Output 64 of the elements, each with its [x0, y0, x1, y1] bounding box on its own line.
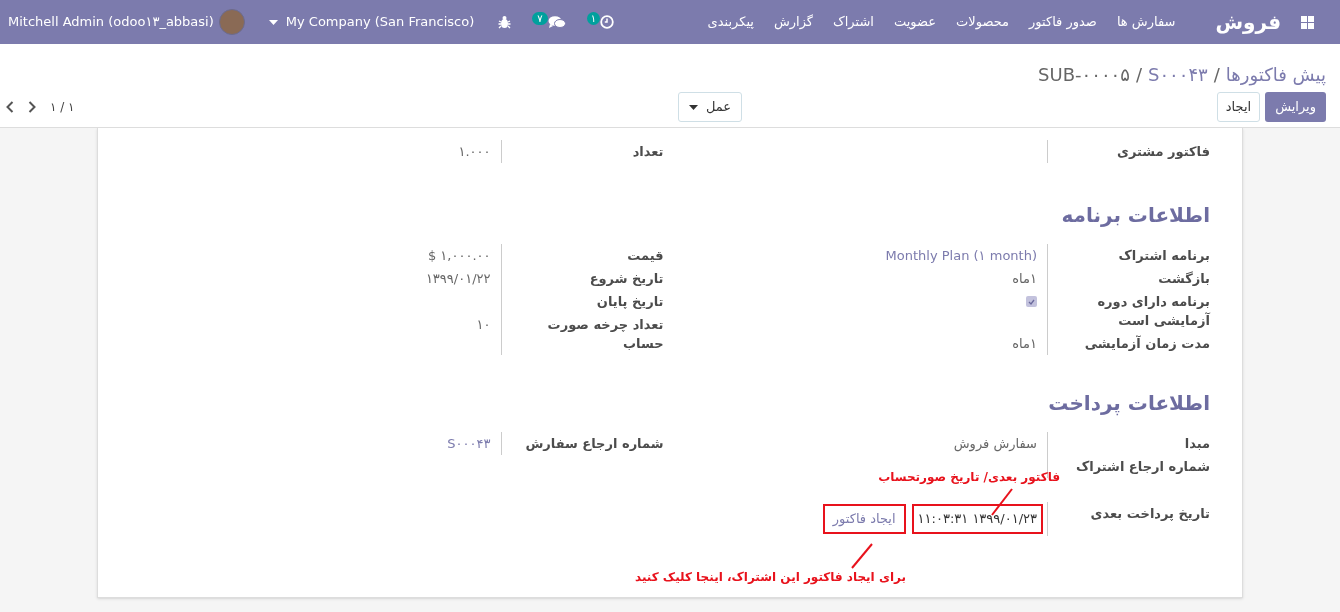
- message-count-badge: ۷: [532, 11, 548, 25]
- field-value: ۱ماه: [1012, 270, 1037, 288]
- avatar: [218, 9, 245, 35]
- user-menu[interactable]: Mitchell Admin (odoo۱۳_abbasi): [8, 9, 245, 35]
- next-icon[interactable]: [28, 101, 36, 113]
- menu-item[interactable]: صدور فاکتور: [1029, 12, 1097, 32]
- field-value: سفارش فروش: [953, 435, 1037, 453]
- clock-icon: [600, 15, 614, 29]
- field-value: ۱۳۹۹/۰۱/۲۲: [425, 270, 491, 288]
- breadcrumb-link[interactable]: پیش فاکتورها: [1225, 61, 1326, 88]
- field-label: قیمت: [626, 247, 664, 265]
- menu-item[interactable]: پیکربندی: [707, 12, 754, 32]
- create-invoice-button[interactable]: ایجاد فاکتور: [822, 504, 906, 534]
- field-label: فاکتور مشتری: [1116, 143, 1210, 161]
- field-label: مبدا: [1183, 435, 1210, 453]
- field-value: ۱ماه: [1012, 335, 1037, 353]
- edit-button[interactable]: ویرایش: [1265, 92, 1326, 122]
- apps-menu-icon[interactable]: [1301, 15, 1314, 29]
- field-value: ۱.۰۰۰: [458, 143, 491, 161]
- leader-line: [990, 488, 1014, 516]
- field-label: برنامه اشتراک: [1117, 247, 1210, 265]
- app-title[interactable]: فروش: [1215, 7, 1281, 37]
- menu-item[interactable]: گزارش: [773, 12, 814, 32]
- company-switcher[interactable]: My Company (San Francisco): [268, 12, 475, 32]
- messages-button[interactable]: ۷: [535, 15, 566, 29]
- menu-item[interactable]: سفارش ها: [1116, 12, 1176, 32]
- breadcrumb-link[interactable]: S۰۰۰۴۳: [1148, 61, 1208, 88]
- breadcrumb-separator: /: [1213, 63, 1220, 87]
- field-value: ۱۳۹۹/۰۱/۲۳ ۱۱:۰۳:۳۱: [911, 504, 1043, 534]
- breadcrumb-separator: /: [1135, 63, 1142, 87]
- activity-button[interactable]: ۱: [589, 15, 614, 29]
- breadcrumb-current: SUB-۰۰۰۰۵: [1038, 63, 1130, 87]
- menu-item[interactable]: محصولات: [956, 12, 1010, 32]
- field-label: مدت زمان آزمایشی: [1083, 334, 1210, 353]
- field-link[interactable]: Monthly Plan (۱ month): [885, 246, 1037, 265]
- debug-button[interactable]: [498, 15, 512, 29]
- field-link[interactable]: S۰۰۰۴۳: [447, 434, 491, 453]
- leader-line: [850, 543, 874, 569]
- create-button[interactable]: ایجاد: [1216, 92, 1261, 122]
- section-title: اطلاعات برنامه: [1060, 202, 1210, 229]
- field-label: بازگشت: [1157, 270, 1210, 288]
- field-label: برنامه دارای دوره آزمایشی است: [1096, 293, 1210, 330]
- caret-icon: [688, 104, 698, 110]
- field-label: تعداد: [631, 143, 664, 161]
- field-label: تاریخ شروع: [588, 270, 664, 288]
- field-value: ۱۰: [476, 316, 491, 334]
- previous-icon[interactable]: [6, 101, 14, 113]
- section-title: اطلاعات پرداخت: [1047, 390, 1210, 417]
- menu-item[interactable]: اشتراک: [833, 12, 874, 32]
- field-label: تاریخ پرداخت بعدی: [1089, 505, 1210, 523]
- caret-icon: [268, 19, 278, 25]
- field-label: شماره ارجاع سفارش: [524, 435, 664, 453]
- annotation-text: برای ایجاد فاکتور این اشتراک، اینجا کلیک کنید: [634, 569, 906, 586]
- pager-value: ۱ / ۱: [50, 99, 75, 116]
- bug-icon: [498, 15, 512, 29]
- menu-item[interactable]: عضویت: [893, 12, 937, 32]
- annotation-text: فاکتور بعدی/ تاریخ صورتحساب: [878, 469, 1060, 486]
- field-label: تعداد چرخه صورت حساب: [546, 316, 664, 353]
- field-value: ۱,۰۰۰.۰۰ $: [427, 247, 491, 265]
- chat-icon: [547, 15, 566, 29]
- field-label: شماره ارجاع اشتراک: [1074, 458, 1210, 476]
- activity-count-badge: ۱: [586, 11, 600, 25]
- action-dropdown[interactable]: عمل: [677, 92, 743, 122]
- field-label: تاریخ پایان: [595, 293, 664, 311]
